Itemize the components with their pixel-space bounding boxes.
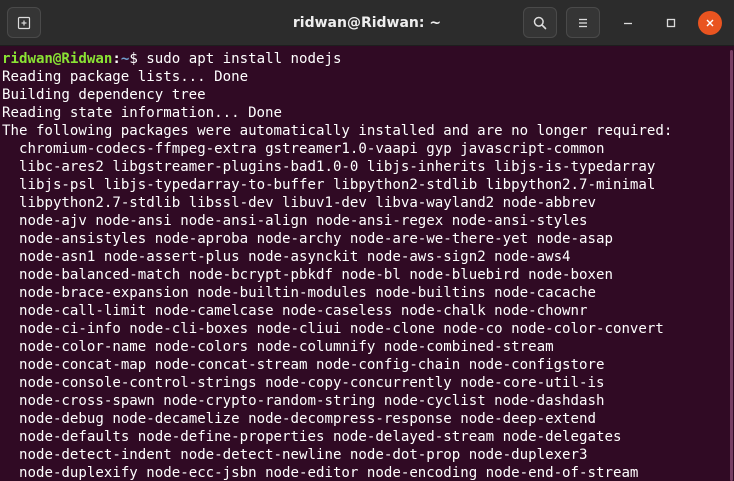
package-list-line: node-color-name node-colors node-columni… bbox=[19, 339, 554, 355]
package-list-line: node-asn1 node-assert-plus node-asynckit… bbox=[19, 249, 571, 265]
package-list-line: node-duplexify node-ecc-jsbn node-editor… bbox=[19, 465, 639, 481]
package-list-line: libjs-psl libjs-typedarray-to-buffer lib… bbox=[19, 177, 656, 193]
close-icon bbox=[706, 19, 714, 27]
minimize-button[interactable] bbox=[616, 11, 640, 35]
terminal-lines: ridwan@Ridwan:~$ sudo apt install nodejs… bbox=[0, 46, 734, 481]
new-tab-button[interactable] bbox=[7, 7, 41, 38]
package-list-line: node-call-limit node-camelcase node-case… bbox=[19, 303, 588, 319]
maximize-button[interactable] bbox=[659, 11, 683, 35]
terminal-window: ridwan@Ridwan: ~ ridwan@Ridwan:~$ sudo a… bbox=[0, 0, 734, 481]
scrollbar[interactable] bbox=[730, 50, 733, 481]
package-list-line: node-detect-indent node-detect-newline n… bbox=[19, 447, 588, 463]
package-list-line: node-brace-expansion node-builtin-module… bbox=[19, 285, 596, 301]
package-list-line: chromium-codecs-ffmpeg-extra gstreamer1.… bbox=[19, 141, 605, 157]
prompt-separator: : bbox=[112, 51, 121, 67]
package-list-line: node-ci-info node-cli-boxes node-cliui n… bbox=[19, 321, 664, 337]
prompt-symbol: $ bbox=[129, 51, 138, 67]
menu-button[interactable] bbox=[566, 7, 600, 38]
new-tab-icon bbox=[17, 16, 31, 29]
package-list-line: libpython2.7-stdlib libssl-dev libuv1-de… bbox=[19, 195, 596, 211]
minimize-icon bbox=[624, 22, 632, 25]
terminal-output-area[interactable]: ridwan@Ridwan:~$ sudo apt install nodejs… bbox=[0, 46, 734, 481]
search-icon bbox=[533, 16, 547, 29]
package-list-line: node-console-control-strings node-copy-c… bbox=[19, 375, 605, 391]
title-bar[interactable]: ridwan@Ridwan: ~ bbox=[0, 0, 734, 46]
output-line: Building dependency tree bbox=[2, 87, 206, 103]
package-list-line: node-debug node-decamelize node-decompre… bbox=[19, 411, 596, 427]
package-list-line: node-cross-spawn node-crypto-random-stri… bbox=[19, 393, 605, 409]
command-text: sudo apt install nodejs bbox=[137, 51, 342, 67]
maximize-icon bbox=[666, 18, 676, 28]
package-list-line: libc-ares2 libgstreamer-plugins-bad1.0-0… bbox=[19, 159, 656, 175]
prompt-line: ridwan@Ridwan:~$ sudo apt install nodejs bbox=[2, 50, 734, 68]
output-line: The following packages were automaticall… bbox=[2, 123, 673, 139]
package-list-line: node-ajv node-ansi node-ansi-align node-… bbox=[19, 213, 588, 229]
prompt-user-host: ridwan@Ridwan bbox=[2, 51, 113, 67]
output-line: Reading package lists... Done bbox=[2, 69, 249, 85]
output-line: Reading state information... Done bbox=[2, 105, 283, 121]
package-list-line: node-defaults node-define-properties nod… bbox=[19, 429, 622, 445]
search-button[interactable] bbox=[523, 7, 557, 38]
hamburger-menu-icon bbox=[579, 18, 587, 27]
close-button[interactable] bbox=[698, 11, 722, 35]
package-list-line: node-balanced-match node-bcrypt-pbkdf no… bbox=[19, 267, 613, 283]
package-list-line: node-concat-map node-concat-stream node-… bbox=[19, 357, 605, 373]
package-list-line: node-ansistyles node-aproba node-archy n… bbox=[19, 231, 613, 247]
